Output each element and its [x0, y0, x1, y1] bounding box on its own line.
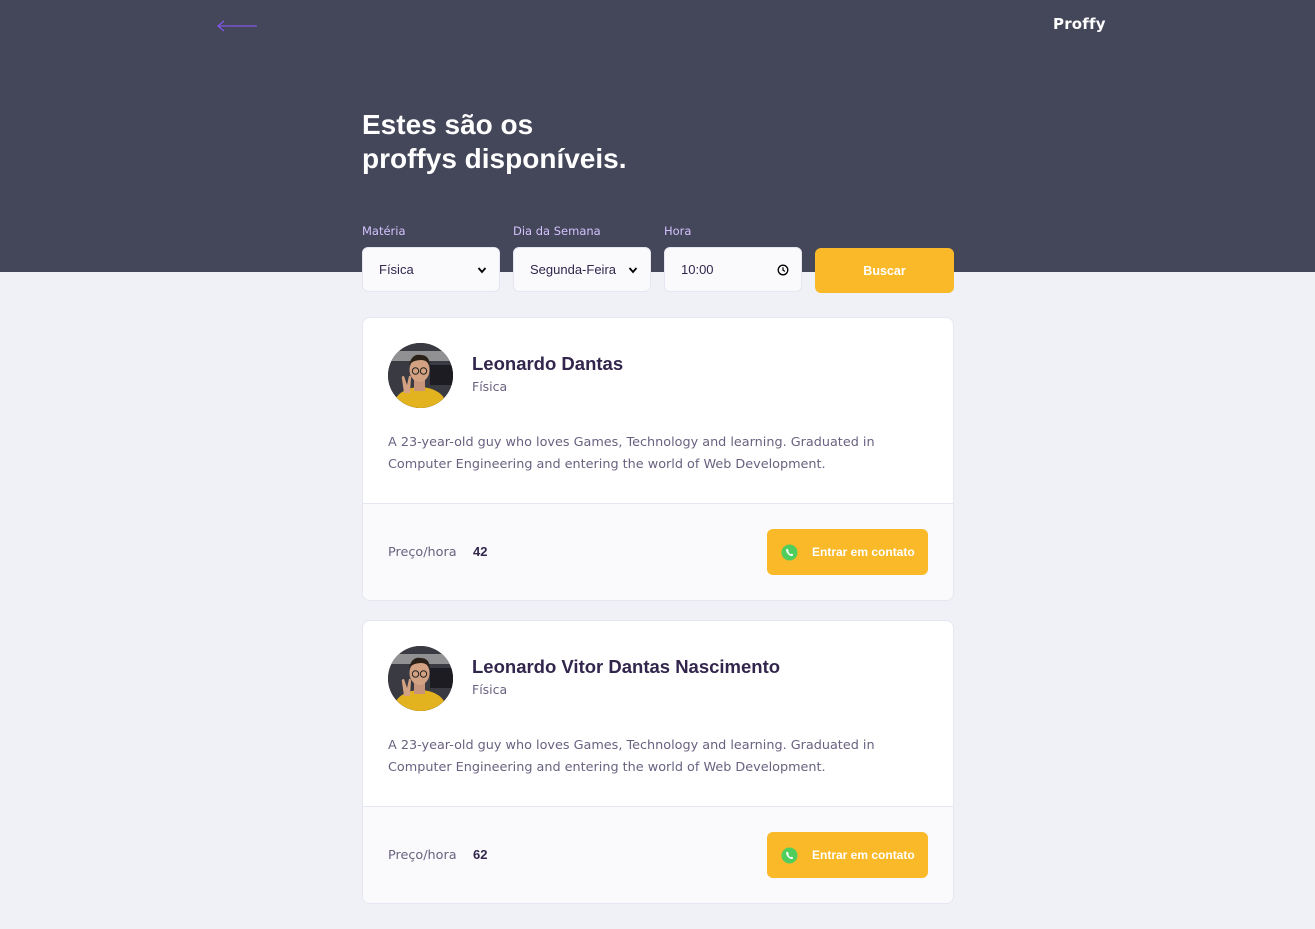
subject-label: Matéria: [362, 224, 406, 238]
weekday-select-value: Segunda-Feira: [530, 262, 616, 277]
time-label: Hora: [664, 224, 692, 238]
teacher-name: Leonardo Vitor Dantas Nascimento: [472, 656, 781, 677]
price-label: Preço/hora: [388, 848, 457, 863]
clock-icon[interactable]: [777, 264, 789, 276]
contact-button[interactable]: Entrar em contato: [767, 832, 928, 878]
top-bar: Proffy: [0, 0, 1315, 50]
back-link[interactable]: [216, 16, 260, 36]
subject-select[interactable]: Física: [362, 247, 500, 292]
price-value: 42: [473, 544, 488, 559]
avatar-photo: [388, 343, 453, 408]
search-form: Matéria Física Dia da Semana Segunda-Fei…: [362, 222, 954, 294]
contact-button-label: Entrar em contato: [812, 848, 915, 862]
teacher-bio-line-2: Computer Engineering and entering the wo…: [388, 457, 826, 472]
page-title: Estes são os proffys disponíveis.: [362, 108, 762, 176]
teacher-name: Leonardo Dantas: [472, 353, 624, 374]
logo: Proffy: [1053, 15, 1106, 33]
chevron-down-icon: [477, 266, 487, 273]
weekday-field: Dia da Semana: [513, 222, 601, 240]
teacher-subject: Física: [472, 379, 508, 394]
teacher-bio-line-2: Computer Engineering and entering the wo…: [388, 760, 826, 775]
teacher-card: Leonardo Dantas Física A 23-year-old guy…: [362, 317, 954, 601]
time-input[interactable]: 10:00: [664, 247, 802, 292]
avatar: [388, 646, 453, 711]
card-footer: Preço/hora 42 Entrar em contato: [363, 503, 953, 600]
page-title-line-2: proffys disponíveis.: [362, 143, 627, 174]
weekday-select[interactable]: Segunda-Feira: [513, 247, 651, 292]
contact-button[interactable]: Entrar em contato: [767, 529, 928, 575]
arrow-left-icon: [216, 20, 257, 32]
teacher-bio-line-1: A 23-year-old guy who loves Games, Techn…: [388, 435, 875, 450]
teacher-card: Leonardo Vitor Dantas Nascimento Física …: [362, 620, 954, 904]
weekday-label: Dia da Semana: [513, 224, 601, 238]
subject-field: Matéria: [362, 222, 406, 240]
contact-button-label: Entrar em contato: [812, 545, 915, 559]
time-field: Hora: [664, 222, 691, 240]
avatar: [388, 343, 453, 408]
teacher-bio: A 23-year-old guy who loves Games, Techn…: [388, 432, 928, 476]
card-footer: Preço/hora 62 Entrar em contato: [363, 806, 953, 903]
price-value: 62: [473, 847, 488, 862]
subject-select-value: Física: [379, 262, 414, 277]
page-title-line-1: Estes são os: [362, 109, 534, 140]
teacher-bio: A 23-year-old guy who loves Games, Techn…: [388, 735, 928, 779]
teacher-bio-line-1: A 23-year-old guy who loves Games, Techn…: [388, 738, 875, 753]
price-label: Preço/hora: [388, 545, 457, 560]
time-input-value: 10:00: [681, 262, 714, 277]
teacher-subject: Física: [472, 682, 508, 697]
whatsapp-icon: [781, 847, 798, 863]
chevron-down-icon: [628, 266, 638, 273]
avatar-photo: [388, 646, 453, 711]
whatsapp-icon: [781, 544, 798, 560]
search-button[interactable]: Buscar: [815, 248, 954, 293]
